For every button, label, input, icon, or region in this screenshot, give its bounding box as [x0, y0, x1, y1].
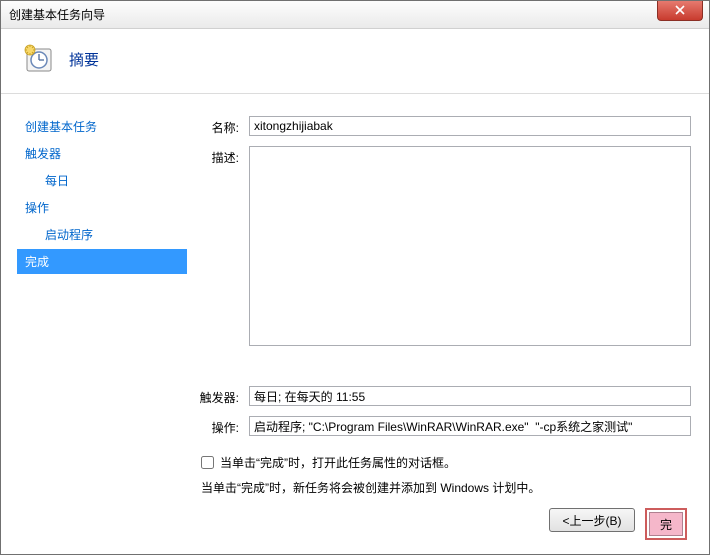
open-properties-label: 当单击“完成”时，打开此任务属性的对话框。 — [220, 454, 456, 471]
description-label: 描述: — [197, 146, 249, 346]
action-label: 操作: — [197, 416, 249, 436]
description-textarea[interactable] — [249, 146, 691, 346]
finish-info-text: 当单击“完成”时，新任务将会被创建并添加到 Windows 计划中。 — [201, 479, 691, 496]
wizard-body: 创建基本任务 触发器 每日 操作 启动程序 完成 名称: 描述: 触发器: 操 — [1, 94, 709, 554]
main-panel: 名称: 描述: 触发器: 操作: 当单击“完成”时，打开此任务属性的对话框。 当… — [187, 94, 709, 554]
sidebar-item-finish[interactable]: 完成 — [17, 249, 187, 274]
open-properties-checkbox[interactable] — [201, 456, 214, 469]
finish-button[interactable]: 完 — [649, 512, 683, 536]
action-row: 操作: — [197, 416, 691, 436]
action-value[interactable] — [249, 416, 691, 436]
sidebar-item-create-task[interactable]: 创建基本任务 — [17, 114, 187, 139]
titlebar: 创建基本任务向导 — [1, 1, 709, 29]
sidebar-item-daily[interactable]: 每日 — [17, 168, 187, 193]
page-title: 摘要 — [69, 49, 99, 70]
sidebar: 创建基本任务 触发器 每日 操作 启动程序 完成 — [1, 94, 187, 554]
wizard-footer: <上一步(B) 完 — [197, 496, 691, 554]
name-row: 名称: — [197, 116, 691, 136]
description-row: 描述: — [197, 146, 691, 346]
sidebar-item-trigger[interactable]: 触发器 — [17, 141, 187, 166]
wizard-header: 摘要 — [1, 29, 709, 94]
close-icon — [675, 5, 685, 15]
trigger-row: 触发器: — [197, 386, 691, 406]
finish-highlight: 完 — [645, 508, 687, 540]
wizard-window: 创建基本任务向导 摘要 创建基本任务 触发器 每日 操作 启动程序 完成 — [0, 0, 710, 555]
sidebar-item-start-program[interactable]: 启动程序 — [17, 222, 187, 247]
spacer — [197, 356, 691, 386]
open-properties-row: 当单击“完成”时，打开此任务属性的对话框。 — [201, 454, 691, 471]
sidebar-item-action[interactable]: 操作 — [17, 195, 187, 220]
name-input[interactable] — [249, 116, 691, 136]
task-scheduler-icon — [23, 43, 55, 75]
close-button[interactable] — [657, 1, 703, 21]
window-title: 创建基本任务向导 — [9, 6, 105, 23]
trigger-value[interactable] — [249, 386, 691, 406]
name-label: 名称: — [197, 116, 249, 136]
back-button[interactable]: <上一步(B) — [549, 508, 635, 532]
trigger-label: 触发器: — [197, 386, 249, 406]
